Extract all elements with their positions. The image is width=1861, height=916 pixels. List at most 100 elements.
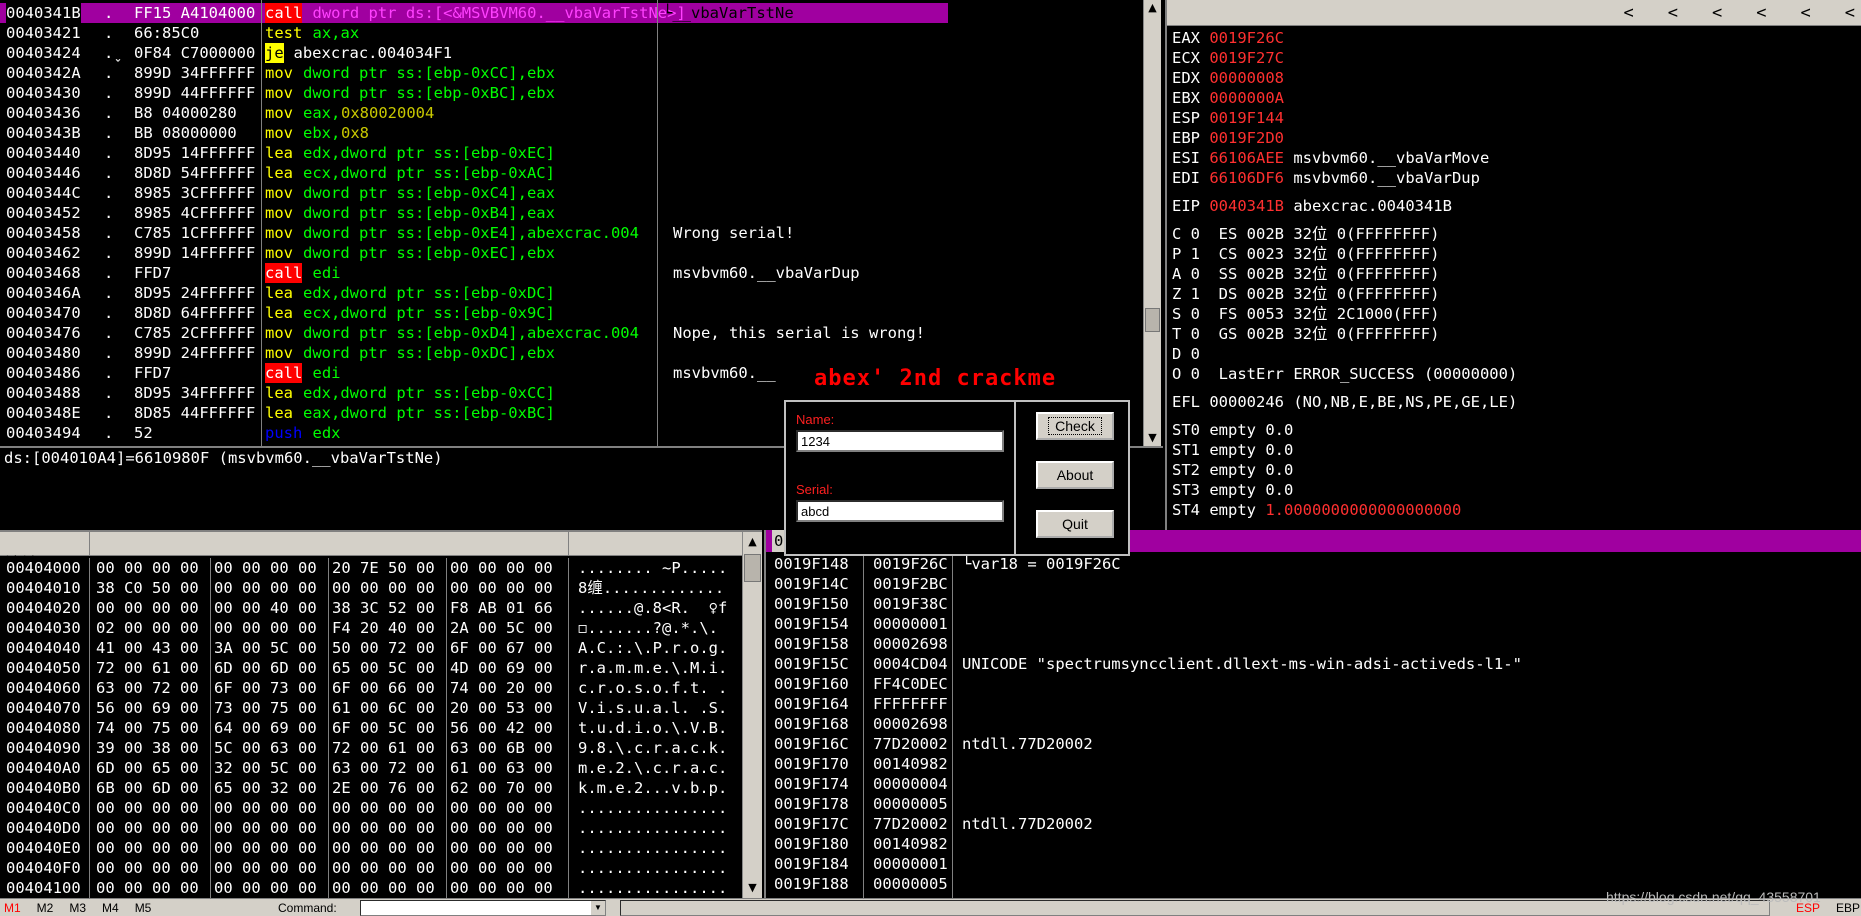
dump-row[interactable]: 00404080 74 00 75 00 64 00 69 00 6F 00 5C 0… — [0, 718, 742, 738]
fpu-row[interactable]: ST0 empty 0.0 — [1172, 420, 1861, 440]
disasm-row[interactable]: 00403480. 899D 24FFFFFF mov dword ptr ss:[e… — [0, 343, 948, 363]
command-input[interactable]: ▼ — [360, 900, 606, 916]
stack-row[interactable]: 0019F180 00140982 — [766, 834, 1856, 854]
flag-row[interactable]: C 0 ES 002B 32位 0(FFFFFFFF) — [1172, 224, 1861, 244]
stack-row[interactable]: 0019F16C 77D20002 ntdll.77D20002 — [766, 734, 1856, 754]
dump-rows[interactable]: 00404000 00 00 00 00 00 00 00 00 20 7E 50 0… — [0, 558, 742, 898]
stack-row[interactable]: 0019F15C 0004CD04 UNICODE "spectrumsynccli… — [766, 654, 1856, 674]
dump-row[interactable]: 00404070 56 00 69 00 73 00 75 00 61 00 6C 0… — [0, 698, 742, 718]
flag-row[interactable]: S 0 FS 0053 32位 2C1000(FFF) — [1172, 304, 1861, 324]
disasm-row[interactable]: 00403470. 8D8D 64FFFFFF lea ecx,dword ptr s… — [0, 303, 948, 323]
register-row[interactable]: ESP 0019F144 — [1172, 108, 1861, 128]
dump-row[interactable]: 00404000 00 00 00 00 00 00 00 00 20 7E 50 0… — [0, 558, 742, 578]
dump-row[interactable]: 004040A0 6D 00 65 00 32 00 5C 00 63 00 72 0… — [0, 758, 742, 778]
register-row[interactable]: EDX 00000008 — [1172, 68, 1861, 88]
dump-row[interactable]: 004040D0 00 00 00 00 00 00 00 00 00 00 00 0… — [0, 818, 742, 838]
memory-tab[interactable]: M1 — [4, 901, 21, 915]
dump-row[interactable]: 004040E0 00 00 00 00 00 00 00 00 00 00 00 0… — [0, 838, 742, 858]
fpu-row[interactable]: ST2 empty 0.0 — [1172, 460, 1861, 480]
flag-row[interactable]: Z 1 DS 002B 32位 0(FFFFFFFF) — [1172, 284, 1861, 304]
dump-scrollbar[interactable]: ▲ ▼ — [742, 532, 762, 898]
dump-row[interactable]: 004040B0 6B 00 6D 00 65 00 32 00 2E 00 76 0… — [0, 778, 742, 798]
stack-row[interactable]: 0019F150 0019F38C — [766, 594, 1856, 614]
register-nav-arrows[interactable]: < < < < < < — [1590, 0, 1856, 26]
disasm-row[interactable]: 00403462. 899D 14FFFFFF mov dword ptr ss:[e… — [0, 243, 948, 263]
scroll-down-icon[interactable]: ▼ — [743, 880, 762, 896]
about-button[interactable]: About — [1036, 461, 1114, 489]
eflags-row[interactable]: EFL 00000246 (NO,NB,E,BE,NS,PE,GE,LE) — [1172, 392, 1861, 412]
flag-row[interactable]: T 0 GS 002B 32位 0(FFFFFFFF) — [1172, 324, 1861, 344]
check-button[interactable]: Check — [1035, 411, 1115, 441]
stack-pane[interactable]: 0 0019F148 0019F26C └var18 = 0019F26C 0019F… — [764, 530, 1861, 898]
memory-tab[interactable]: M3 — [69, 901, 86, 915]
disassembly-scrollbar[interactable]: ▲ ▼ — [1143, 0, 1161, 446]
flag-row[interactable]: O 0 LastErr ERROR_SUCCESS (00000000) — [1172, 364, 1861, 384]
register-row[interactable]: ECX 0019F27C — [1172, 48, 1861, 68]
chevron-left-icon[interactable]: < — [1845, 3, 1855, 23]
disasm-row[interactable]: 0040343B. BB 08000000 mov ebx, 0x8 — [0, 123, 948, 143]
chevron-left-icon[interactable]: < — [1668, 3, 1678, 23]
scrollbar-thumb[interactable] — [1145, 308, 1160, 332]
flag-row[interactable]: D 0 — [1172, 344, 1861, 364]
disasm-row[interactable]: 00403421. 66:85C0 test ax,ax — [0, 23, 948, 43]
flag-row[interactable]: P 1 CS 0023 32位 0(FFFFFFFF) — [1172, 244, 1861, 264]
dump-row[interactable]: 00404100 00 00 00 00 00 00 00 00 00 00 00 0… — [0, 878, 742, 898]
stack-rows[interactable]: 0019F148 0019F26C └var18 = 0019F26C 0019F14… — [766, 554, 1856, 894]
disasm-row[interactable]: 00403430. 899D 44FFFFFF mov dword ptr ss:[e… — [0, 83, 948, 103]
fpu-row[interactable]: ST1 empty 0.0 — [1172, 440, 1861, 460]
fpu-row[interactable]: ST4 empty 1.0000000000000000000 — [1172, 500, 1861, 520]
stack-row[interactable]: 0019F14C 0019F2BC — [766, 574, 1856, 594]
stack-row[interactable]: 0019F178 00000005 — [766, 794, 1856, 814]
scroll-up-icon[interactable]: ▲ — [743, 534, 762, 550]
scroll-up-icon[interactable]: ▲ — [1144, 0, 1161, 16]
dump-row[interactable]: 00404040 41 00 43 00 3A 00 5C 00 50 00 72 0… — [0, 638, 742, 658]
registers-body[interactable]: EAX 0019F26C ECX 0019F27C EDX 00000008 EBX … — [1167, 26, 1861, 520]
crackme-window[interactable]: abex' 2nd crackme Name: Serial: Check Ab… — [784, 362, 1130, 556]
disasm-row[interactable]: 00403436. B8 04000280 mov eax, 0x80020004 — [0, 103, 948, 123]
stack-row[interactable]: 0019F170 00140982 — [766, 754, 1856, 774]
stack-row[interactable]: 0019F168 00002698 — [766, 714, 1856, 734]
disasm-row[interactable]: 00403440. 8D95 14FFFFFF lea edx,dword ptr s… — [0, 143, 948, 163]
chevron-left-icon[interactable]: < — [1712, 3, 1722, 23]
disasm-row[interactable]: 0040344C. 8985 3CFFFFFF mov dword ptr ss:[e… — [0, 183, 948, 203]
memory-tabs[interactable]: M1 M2 M3 M4 M5 — [4, 899, 167, 916]
chevron-left-icon[interactable]: < — [1801, 3, 1811, 23]
disasm-row[interactable]: 0040341B. FF15 A4104000 call dword ptr ds:[… — [0, 3, 948, 23]
dump-row[interactable]: 00404010 38 C0 50 00 00 00 00 00 00 00 00 0… — [0, 578, 742, 598]
register-row-eip[interactable]: EIP 0040341B abexcrac.0040341B — [1172, 196, 1861, 216]
serial-input[interactable] — [796, 500, 1004, 522]
dump-row[interactable]: 00404090 39 00 38 00 5C 00 63 00 72 00 61 0… — [0, 738, 742, 758]
memory-tab[interactable]: M2 — [37, 901, 54, 915]
stack-row[interactable]: 0019F148 0019F26C └var18 = 0019F26C — [766, 554, 1856, 574]
hex-dump-pane[interactable]: 地址 HEX 数据 ASCII 00404000 00 00 00 00 00 00… — [0, 530, 762, 898]
register-row[interactable]: ESI 66106AEE msvbvm60.__vbaVarMove — [1172, 148, 1861, 168]
dump-row[interactable]: 00404030 02 00 00 00 00 00 00 00 F4 20 40 0… — [0, 618, 742, 638]
crackme-body[interactable]: Name: Serial: Check About Quit — [784, 400, 1130, 556]
name-input[interactable] — [796, 430, 1004, 452]
dump-row[interactable]: 004040C0 00 00 00 00 00 00 00 00 00 00 00 0… — [0, 798, 742, 818]
dump-row[interactable]: 00404050 72 00 61 00 6D 00 6D 00 65 00 5C 0… — [0, 658, 742, 678]
disasm-row[interactable]: 00403458. C785 1CFFFFFF mov dword ptr ss:[e… — [0, 223, 948, 243]
register-row[interactable]: EDI 66106DF6 msvbvm60.__vbaVarDup — [1172, 168, 1861, 188]
chevron-left-icon[interactable]: < — [1756, 3, 1766, 23]
chevron-down-icon[interactable]: ▼ — [591, 901, 605, 915]
chevron-left-icon[interactable]: < — [1624, 3, 1634, 23]
quit-button[interactable]: Quit — [1036, 510, 1114, 538]
flag-row[interactable]: A 0 SS 002B 32位 0(FFFFFFFF) — [1172, 264, 1861, 284]
stack-row[interactable]: 0019F154 00000001 — [766, 614, 1856, 634]
stack-row[interactable]: 0019F160 FF4C0DEC — [766, 674, 1856, 694]
scrollbar-thumb[interactable] — [744, 554, 761, 582]
register-row[interactable]: EBX 0000000A — [1172, 88, 1861, 108]
register-row[interactable]: EBP 0019F2D0 — [1172, 128, 1861, 148]
disasm-row[interactable]: 00403424 .ˬ 0F84 C7000000 je abexcrac.004034… — [0, 43, 948, 63]
disasm-row[interactable]: 00403452. 8985 4CFFFFFF mov dword ptr ss:[e… — [0, 203, 948, 223]
disasm-row[interactable]: 0040346A. 8D95 24FFFFFF lea edx,dword ptr s… — [0, 283, 948, 303]
fpu-row[interactable]: ST3 empty 0.0 — [1172, 480, 1861, 500]
stack-row[interactable]: 0019F158 00002698 — [766, 634, 1856, 654]
registers-pane[interactable]: 寄存器 (FPU) < < < < < < EAX 0019F26C ECX 0019F27… — [1165, 0, 1861, 532]
dump-row[interactable]: 00404060 63 00 72 00 6F 00 73 00 6F 00 66 0… — [0, 678, 742, 698]
disasm-row[interactable]: 0040342A. 899D 34FFFFFF mov dword ptr ss:[e… — [0, 63, 948, 83]
memory-tab[interactable]: M5 — [135, 901, 152, 915]
stack-row[interactable]: 0019F184 00000001 — [766, 854, 1856, 874]
stack-row[interactable]: 0019F174 00000004 — [766, 774, 1856, 794]
